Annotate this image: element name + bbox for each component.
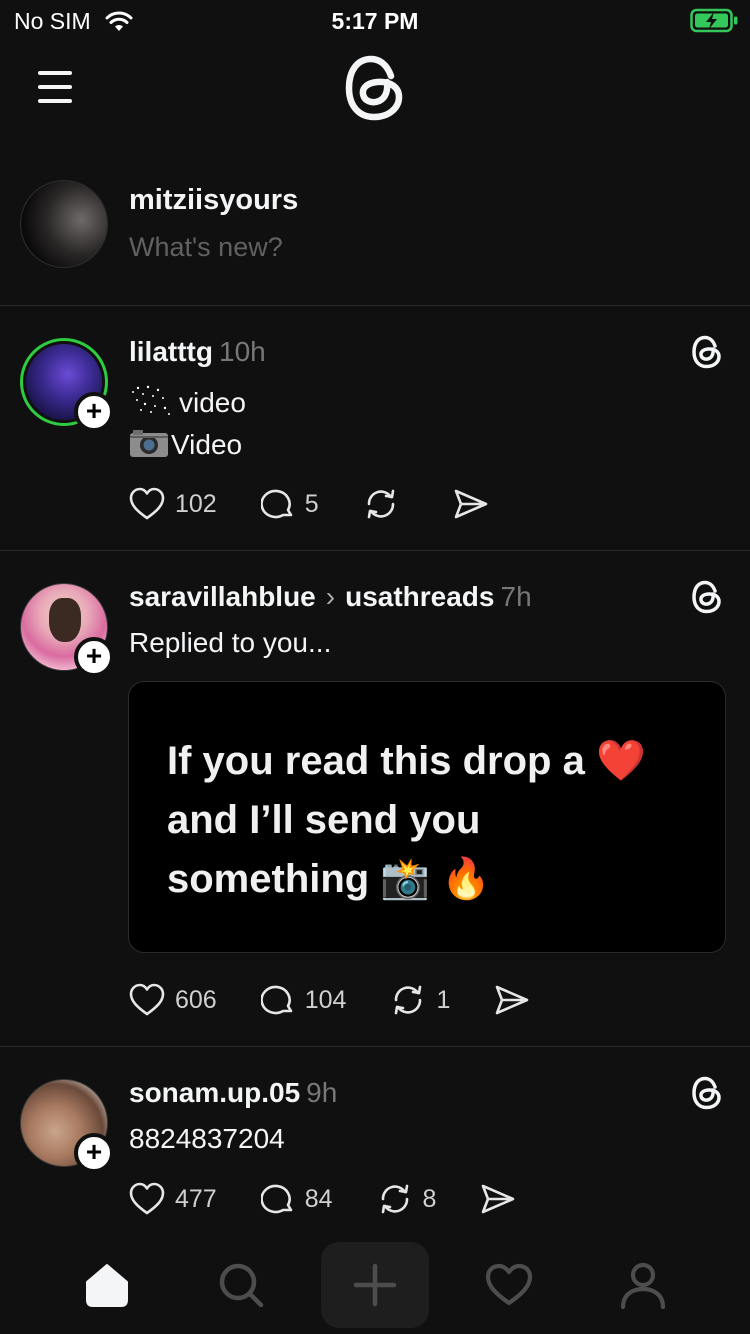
avatar[interactable]	[20, 180, 108, 268]
post-text-line: Video	[129, 428, 242, 461]
threads-icon	[690, 1075, 726, 1111]
media-caption-line: If you read this drop a ❤️	[167, 739, 646, 783]
profile-tab[interactable]	[589, 1242, 697, 1328]
heart-icon	[129, 1182, 165, 1215]
bottom-tab-bar	[0, 1234, 750, 1334]
new-post-composer[interactable]: mitziisyours	[0, 160, 750, 306]
sparkles-icon	[129, 382, 173, 418]
comment-icon	[260, 985, 293, 1015]
post-actions: 477 84 8	[129, 1179, 560, 1219]
compose-icon	[353, 1263, 397, 1307]
post-card[interactable]: + saravillahblue › usathreads 7h Replied to…	[0, 551, 750, 1047]
top-bar	[0, 40, 750, 140]
clock: 5:17 PM	[331, 8, 419, 34]
post-actions: 102 5	[129, 484, 533, 524]
reply-button[interactable]: 5	[260, 487, 319, 521]
like-count: 102	[175, 489, 217, 518]
repost-icon	[395, 985, 422, 1015]
like-count: 477	[175, 1184, 217, 1213]
post-header: saravillahblue › usathreads 7h	[129, 581, 532, 613]
heart-icon	[129, 983, 165, 1016]
comment-icon	[260, 1184, 293, 1214]
post-author-avatar[interactable]: +	[20, 583, 114, 677]
post-username[interactable]: saravillahblue	[129, 581, 316, 612]
threads-logo-icon[interactable]	[343, 52, 407, 129]
menu-button[interactable]	[34, 68, 78, 104]
repost-icon	[381, 1184, 408, 1214]
search-tab[interactable]	[187, 1242, 295, 1328]
post-text: Replied to you...	[129, 627, 332, 658]
reply-button[interactable]: 84	[260, 1182, 333, 1216]
post-card[interactable]: + sonam.up.05 9h 8824837204 477 84 8	[0, 1047, 750, 1234]
send-icon	[482, 1184, 515, 1214]
threads-icon	[690, 579, 726, 615]
status-bar: No SIM 5:17 PM	[0, 0, 750, 40]
threads-feed-screen: No SIM 5:17 PM mitziisyours What's new? …	[0, 0, 750, 1334]
reply-to-username[interactable]: usathreads	[345, 581, 494, 612]
repost-button[interactable]: 1	[390, 983, 450, 1017]
threads-icon	[690, 334, 726, 370]
reply-button[interactable]: 104	[260, 983, 347, 1017]
follow-button[interactable]: +	[74, 637, 114, 677]
share-button[interactable]	[480, 1182, 516, 1216]
repost-count: 1	[436, 985, 451, 1014]
home-tab[interactable]	[53, 1242, 161, 1328]
post-author-avatar[interactable]: +	[20, 1079, 114, 1173]
share-button[interactable]	[453, 487, 489, 521]
send-icon	[496, 985, 529, 1015]
like-button[interactable]: 477	[129, 1182, 217, 1216]
media-card[interactable]: If you read this drop a ❤️ and I’ll send…	[128, 681, 726, 953]
post-text: video	[179, 387, 246, 418]
heart-icon	[129, 487, 165, 520]
like-button[interactable]: 102	[129, 487, 217, 521]
post-header: lilatttg 10h	[129, 336, 266, 368]
post-text-line: video	[129, 382, 246, 419]
repost-button[interactable]: 8	[377, 1182, 437, 1216]
heart-icon	[485, 1263, 533, 1306]
reply-count: 5	[304, 489, 319, 518]
media-caption-line: and I’ll send you	[167, 798, 481, 842]
post-header: sonam.up.05 9h	[129, 1077, 337, 1109]
post-time: 10h	[219, 336, 266, 367]
whats-new-input[interactable]	[129, 232, 689, 263]
reply-count: 104	[304, 985, 347, 1014]
like-button[interactable]: 606	[129, 983, 217, 1017]
send-icon	[454, 489, 487, 519]
camera-icon	[129, 428, 169, 458]
profile-icon	[620, 1262, 666, 1309]
home-icon	[86, 1264, 128, 1307]
post-username[interactable]: sonam.up.05	[129, 1077, 300, 1108]
post-time: 7h	[500, 581, 532, 612]
media-caption-line: something 📸 🔥	[167, 857, 492, 901]
activity-tab[interactable]	[455, 1242, 563, 1328]
search-icon	[219, 1263, 264, 1308]
comment-icon	[260, 489, 293, 519]
post-username[interactable]: lilatttg	[129, 336, 213, 367]
chevron-right-icon: ›	[325, 581, 336, 612]
share-button[interactable]	[494, 983, 530, 1017]
repost-icon	[367, 489, 394, 519]
post-author-avatar[interactable]: +	[20, 338, 114, 432]
post-actions: 606 104 1	[129, 980, 574, 1020]
post-text: 8824837204	[129, 1123, 285, 1154]
repost-count: 8	[422, 1184, 437, 1213]
post-text: Video	[171, 429, 243, 460]
follow-button[interactable]: +	[74, 392, 114, 432]
follow-button[interactable]: +	[74, 1133, 114, 1173]
reply-count: 84	[304, 1184, 333, 1213]
media-caption: If you read this drop a ❤️ and I’ll send…	[167, 732, 707, 909]
battery-icon	[690, 8, 740, 39]
composer-username: mitziisyours	[129, 184, 299, 216]
post-time: 9h	[306, 1077, 338, 1108]
like-count: 606	[175, 985, 217, 1014]
post-card[interactable]: + lilatttg 10h video Video 102 5	[0, 306, 750, 551]
repost-button[interactable]	[363, 487, 409, 521]
compose-tab[interactable]	[321, 1242, 429, 1328]
